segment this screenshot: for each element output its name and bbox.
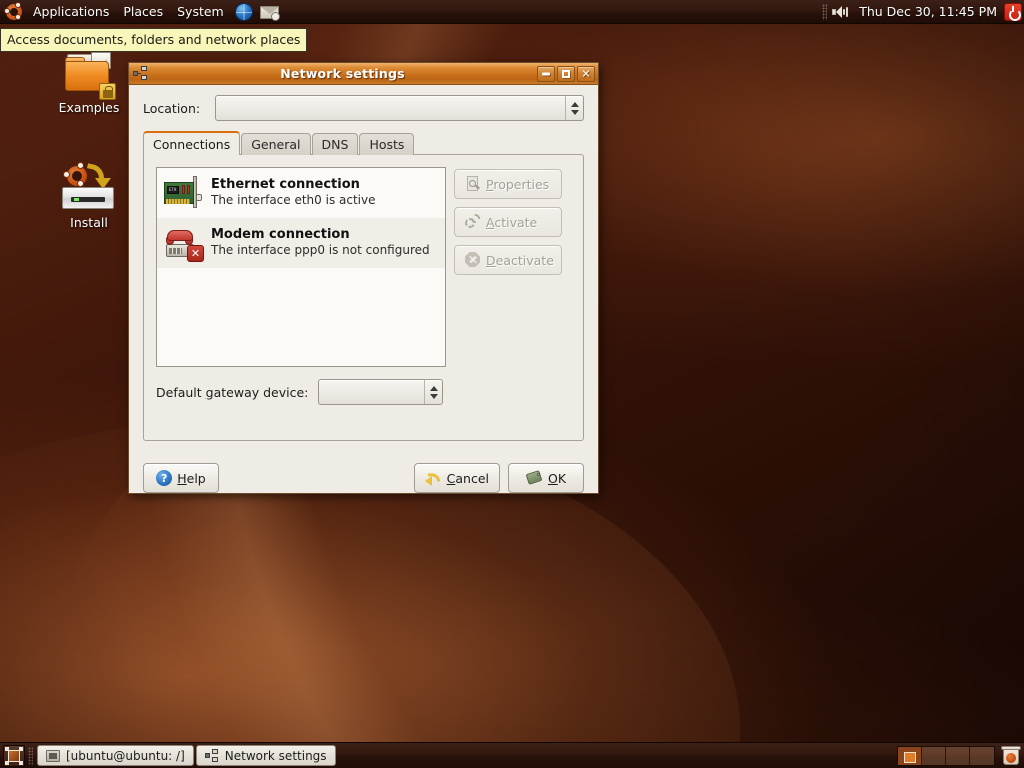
connection-description: The interface eth0 is active: [211, 193, 376, 208]
bottom-panel: [ubuntu@ubuntu: /] Network settings: [0, 742, 1024, 768]
deactivate-button-mnemonic: D: [486, 252, 496, 268]
power-button-icon[interactable]: [1004, 2, 1022, 21]
dialog-titlebar[interactable]: Network settings ✕: [129, 63, 598, 85]
menu-places[interactable]: Places: [116, 0, 170, 23]
cancel-button[interactable]: Cancel: [413, 463, 500, 493]
tab-dns[interactable]: DNS: [311, 133, 359, 155]
ok-button[interactable]: OK: [508, 463, 584, 493]
top-panel: Applications Places System Thu Dec 30, 1…: [0, 0, 1024, 24]
connections-list[interactable]: Ethernet connection The interface eth0 i…: [156, 167, 446, 367]
list-item[interactable]: ✕ Modem connection The interface ppp0 is…: [157, 218, 445, 268]
tab-general[interactable]: General: [241, 133, 311, 155]
dialog-body: Location: Connections General DNS Hosts: [129, 85, 598, 451]
desktop-icon-label: Install: [70, 215, 108, 230]
list-item[interactable]: Ethernet connection The interface eth0 i…: [157, 168, 445, 218]
cancel-button-label: ancel: [455, 470, 489, 486]
deactivate-button-label: eactivate: [495, 252, 554, 268]
task-button-network-settings[interactable]: Network settings: [195, 745, 336, 766]
network-settings-icon: [204, 749, 219, 762]
window-buttons: ✕: [537, 65, 595, 82]
close-button[interactable]: ✕: [577, 65, 595, 82]
deactivate-icon: ✕: [465, 252, 481, 268]
menu-applications[interactable]: Applications: [26, 0, 116, 23]
tab-hosts[interactable]: Hosts: [359, 133, 415, 155]
location-combo[interactable]: [215, 95, 584, 121]
panel-menu-group: Applications Places System: [0, 0, 281, 23]
ok-button-mnemonic: O: [547, 470, 558, 486]
ethernet-card-icon: [163, 174, 203, 212]
workspace-1[interactable]: [898, 746, 922, 765]
workspace-3[interactable]: [946, 746, 970, 765]
clock[interactable]: Thu Dec 30, 11:45 PM: [854, 4, 1002, 19]
folder-icon: [61, 52, 117, 100]
task-button-label: Network settings: [224, 748, 327, 763]
undo-arrow-icon: [424, 470, 442, 486]
connections-area: Ethernet connection The interface eth0 i…: [156, 167, 571, 367]
help-button-mnemonic: H: [177, 470, 187, 486]
browser-globe-icon[interactable]: [234, 1, 256, 23]
taskbar-grip: [28, 746, 33, 765]
ubuntu-logo-icon[interactable]: [4, 1, 24, 22]
panel-grip: [822, 3, 828, 20]
task-button-terminal[interactable]: [ubuntu@ubuntu: /]: [37, 745, 194, 766]
network-settings-icon: [133, 66, 148, 81]
connection-name: Ethernet connection: [211, 177, 360, 193]
evolution-mail-icon[interactable]: [259, 1, 281, 23]
terminal-icon: [46, 749, 60, 762]
workspace-4[interactable]: [970, 746, 994, 765]
panel-status-group: Thu Dec 30, 11:45 PM: [822, 0, 1024, 23]
location-label: Location:: [143, 100, 201, 116]
connections-panel: Ethernet connection The interface eth0 i…: [143, 154, 584, 441]
workspace-2[interactable]: [922, 746, 946, 765]
close-icon: ✕: [581, 67, 591, 80]
modem-phone-icon: ✕: [163, 224, 204, 262]
gateway-row: Default gateway device:: [156, 379, 571, 405]
tooltip: Access documents, folders and network pl…: [0, 28, 308, 52]
desktop-icon-install[interactable]: Install: [43, 162, 135, 230]
desktop-icon-examples[interactable]: Examples: [43, 52, 135, 115]
gateway-combo[interactable]: [318, 379, 444, 405]
maximize-button[interactable]: [557, 65, 575, 82]
dialog-action-bar: ? Help Cancel OK: [129, 451, 598, 493]
desktop-icon-label: Examples: [58, 100, 120, 115]
task-button-label: [ubuntu@ubuntu: /]: [66, 748, 185, 763]
link-emblem-icon: [99, 83, 116, 100]
properties-button[interactable]: Properties: [454, 169, 562, 199]
tab-bar: Connections General DNS Hosts: [143, 131, 584, 155]
menu-system[interactable]: System: [170, 0, 231, 23]
apply-tag-icon: [525, 470, 543, 486]
speaker-icon[interactable]: [832, 5, 850, 19]
trash-icon[interactable]: [1001, 745, 1021, 766]
minimize-button[interactable]: [537, 65, 555, 82]
connection-name: Modem connection: [211, 227, 350, 243]
deactivate-button[interactable]: ✕ Deactivate: [454, 245, 562, 275]
ok-button-label: K: [557, 470, 567, 486]
activate-button[interactable]: Activate: [454, 207, 562, 237]
activate-button-label: ctivate: [494, 214, 538, 230]
network-settings-dialog: Network settings ✕ Location: Connections…: [128, 62, 599, 494]
tab-connections[interactable]: Connections: [143, 131, 241, 155]
dialog-title: Network settings: [280, 66, 405, 81]
help-button[interactable]: ? Help: [143, 463, 219, 493]
connection-description: The interface ppp0 is not configured: [211, 243, 430, 258]
workspace-switcher[interactable]: [897, 745, 995, 766]
error-badge-icon: ✕: [187, 245, 204, 262]
help-icon: ?: [156, 470, 173, 486]
install-cd-icon: [60, 162, 118, 213]
gateway-spinner-icon[interactable]: [424, 380, 442, 404]
connection-actions: Properties Activate ✕ Deactivate: [454, 167, 562, 367]
properties-icon: [465, 176, 481, 192]
location-row: Location:: [143, 95, 584, 121]
gateway-label-post: ateway device:: [213, 384, 309, 400]
gateway-label-pre: Default: [156, 384, 206, 400]
activate-icon: [465, 214, 481, 230]
properties-button-label: roperties: [493, 176, 550, 192]
help-button-label: elp: [186, 470, 206, 486]
location-spinner-icon[interactable]: [565, 96, 583, 120]
gateway-label: Default gateway device:: [156, 385, 308, 400]
show-desktop-icon[interactable]: [3, 744, 25, 767]
bottom-panel-right: [897, 745, 1021, 766]
gateway-label-mnemonic: g: [205, 384, 214, 400]
